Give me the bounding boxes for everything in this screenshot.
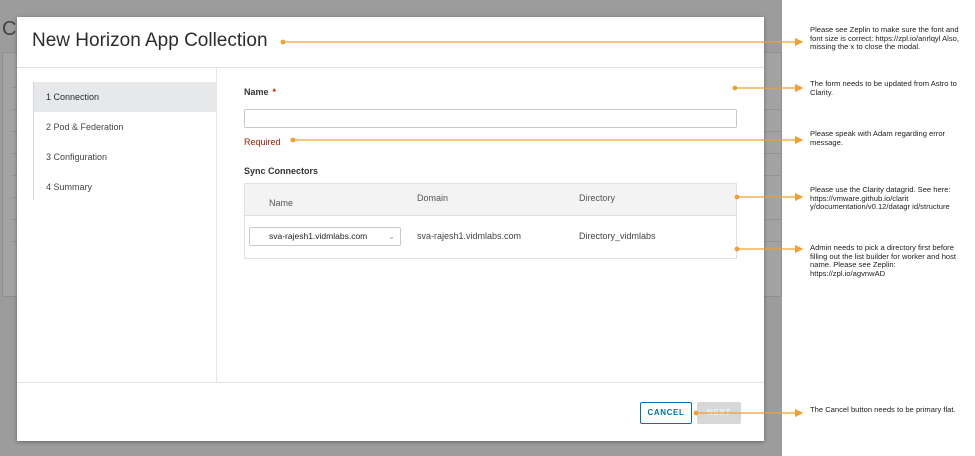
connector-domain-cell: sva-rajesh1.vidmlabs.com — [417, 231, 522, 241]
required-star: * — [272, 87, 277, 97]
modal-title: New Horizon App Collection — [32, 30, 268, 51]
background-page-title: C — [2, 18, 17, 40]
sync-connectors-grid: Name Domain Directory sva-rajesh1.vidmla… — [244, 183, 737, 259]
wizard-step-configuration[interactable]: 3 Configuration — [34, 142, 216, 172]
annotation-note-datagrid: Please use the Clarity datagrid. See her… — [810, 185, 951, 212]
column-header-name[interactable]: Name — [269, 198, 293, 208]
annotation-note-clarity-form: The form needs to be updated from Astro … — [810, 79, 957, 97]
annotation-note-cancel-button: The Cancel button needs to be primary fl… — [810, 405, 956, 414]
column-header-domain[interactable]: Domain — [417, 193, 448, 203]
wizard-steps-nav: 1 Connection 2 Pod & Federation 3 Config… — [33, 82, 216, 200]
wizard-step-summary[interactable]: 4 Summary — [34, 172, 216, 202]
connection-form: Name * Required Sync Connectors Name Doma… — [244, 68, 754, 382]
wizard-nav-divider — [216, 68, 217, 382]
annotation-note-error-message: Please speak with Adam regarding error m… — [810, 129, 946, 147]
name-input[interactable] — [244, 109, 737, 128]
sync-connectors-label: Sync Connectors — [244, 166, 319, 176]
new-collection-modal: New Horizon App Collection 1 Connection … — [17, 17, 764, 441]
cancel-button[interactable]: CANCEL — [640, 402, 692, 424]
required-error-message: Required — [244, 137, 281, 147]
grid-header: Name Domain Directory — [245, 184, 736, 216]
name-field-label: Name * — [244, 87, 276, 97]
wizard-step-pod-federation[interactable]: 2 Pod & Federation — [34, 112, 216, 142]
next-button[interactable]: NEXT — [697, 402, 741, 424]
connector-name-select[interactable]: sva-rajesh1.vidmlabs.com ⌄ — [249, 227, 401, 246]
chevron-down-icon: ⌄ — [388, 232, 395, 241]
annotation-note-font: Please see Zeplin to make sure the font … — [810, 25, 959, 52]
app-screenshot: C New Horizon App Collection 1 Connectio… — [0, 0, 782, 456]
wizard-step-connection[interactable]: 1 Connection — [34, 82, 216, 112]
column-header-directory[interactable]: Directory — [579, 193, 615, 203]
connector-directory-cell: Directory_vidmlabs — [579, 231, 656, 241]
name-label-text: Name — [244, 87, 269, 97]
annotation-note-directory: Admin needs to pick a directory first be… — [810, 243, 957, 278]
connector-name-selected-value: sva-rajesh1.vidmlabs.com — [269, 231, 368, 241]
modal-footer-divider — [17, 382, 764, 383]
